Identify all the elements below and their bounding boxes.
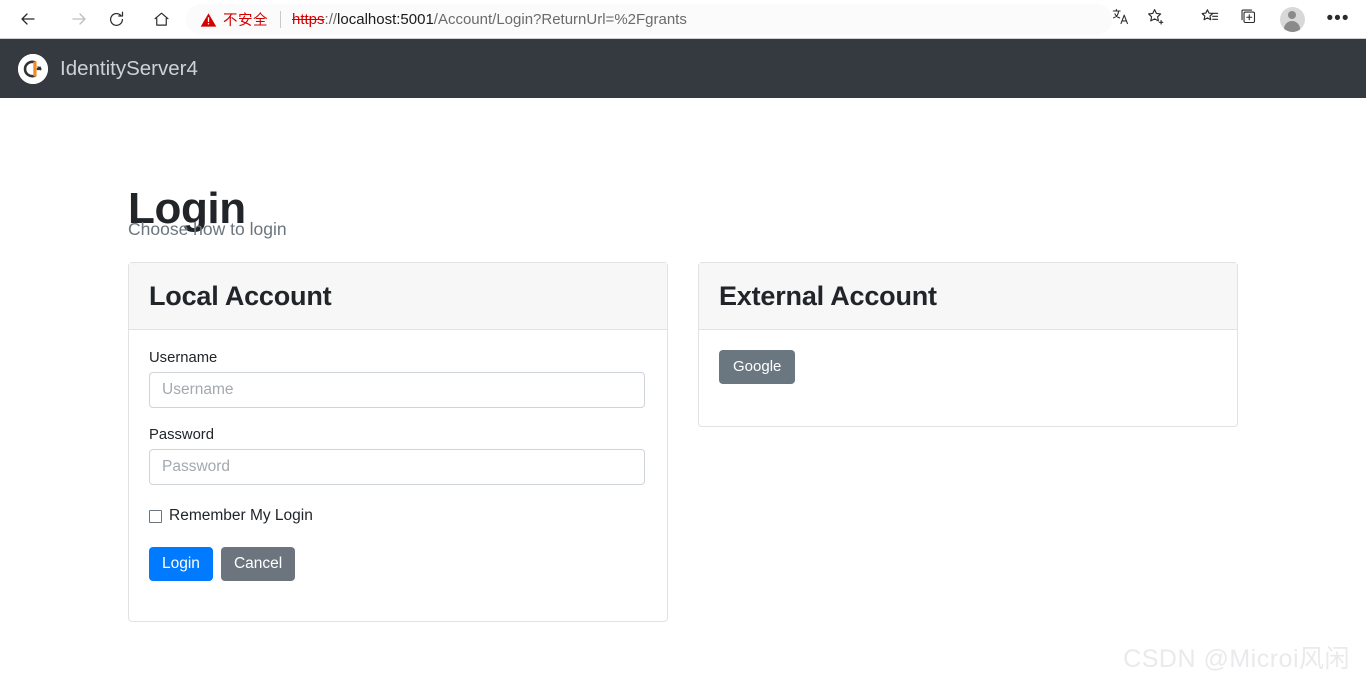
address-bar[interactable]: 不安全 https://localhost:5001/Account/Login… bbox=[186, 4, 1112, 35]
password-input[interactable] bbox=[149, 449, 645, 485]
profile-button[interactable] bbox=[1276, 3, 1308, 35]
login-button[interactable]: Login bbox=[149, 547, 213, 581]
home-icon bbox=[152, 10, 171, 29]
reload-button[interactable] bbox=[99, 3, 133, 35]
security-warning-label: 不安全 bbox=[223, 13, 268, 29]
translate-button[interactable] bbox=[1104, 3, 1136, 35]
password-label: Password bbox=[149, 427, 214, 443]
local-account-header: Local Account bbox=[129, 263, 667, 330]
add-favorite-button[interactable] bbox=[1140, 3, 1172, 35]
local-account-body: Username Password Remember My Login Logi… bbox=[129, 330, 667, 601]
reload-icon bbox=[107, 10, 126, 29]
warning-triangle-icon bbox=[200, 12, 217, 28]
forward-arrow-icon bbox=[69, 9, 89, 29]
url-separator: :// bbox=[324, 11, 338, 28]
username-input[interactable] bbox=[149, 372, 645, 408]
cancel-button[interactable]: Cancel bbox=[220, 547, 296, 581]
username-label: Username bbox=[149, 350, 218, 366]
external-account-card: External Account Google bbox=[698, 262, 1238, 427]
star-plus-icon bbox=[1146, 7, 1166, 32]
remember-login-label[interactable]: Remember My Login bbox=[169, 507, 313, 525]
url-text: https://localhost:5001/Account/Login?Ret… bbox=[292, 11, 687, 28]
external-account-title: External Account bbox=[719, 280, 937, 311]
url-scheme: https bbox=[292, 11, 325, 28]
brand-link[interactable]: IdentityServer4 bbox=[18, 53, 198, 84]
favorites-button[interactable] bbox=[1194, 3, 1226, 35]
remember-login-row: Remember My Login bbox=[149, 507, 647, 525]
external-account-body: Google bbox=[699, 330, 1237, 404]
more-options-icon: ••• bbox=[1326, 8, 1350, 29]
form-actions: Login Cancel bbox=[149, 547, 647, 581]
remember-login-checkbox[interactable] bbox=[149, 509, 162, 523]
forward-button[interactable] bbox=[62, 3, 96, 35]
security-status[interactable]: 不安全 bbox=[200, 9, 268, 30]
settings-more-button[interactable]: ••• bbox=[1322, 3, 1354, 35]
local-account-card: Local Account Username Password Remember… bbox=[128, 262, 668, 622]
back-button[interactable] bbox=[11, 3, 45, 35]
favorites-list-icon bbox=[1200, 7, 1220, 32]
password-group: Password bbox=[149, 427, 647, 485]
address-divider bbox=[280, 11, 281, 28]
watermark: CSDN @Microi风闲 bbox=[1123, 645, 1350, 673]
site-navbar: IdentityServer4 bbox=[0, 39, 1366, 98]
google-login-button[interactable]: Google bbox=[719, 350, 796, 384]
collections-button[interactable] bbox=[1232, 3, 1264, 35]
collections-icon bbox=[1239, 7, 1258, 31]
external-account-header: External Account bbox=[699, 263, 1237, 330]
translate-icon bbox=[1111, 7, 1130, 31]
username-group: Username bbox=[149, 350, 647, 408]
local-account-title: Local Account bbox=[149, 280, 332, 311]
url-host: localhost:5001 bbox=[337, 11, 434, 28]
back-arrow-icon bbox=[18, 9, 38, 29]
home-button[interactable] bbox=[144, 3, 178, 35]
identityserver-logo-icon bbox=[18, 53, 48, 84]
browser-toolbar: 不安全 https://localhost:5001/Account/Login… bbox=[0, 0, 1366, 39]
page-subtitle: Choose how to login bbox=[128, 219, 287, 239]
profile-avatar-icon bbox=[1279, 6, 1305, 32]
brand-title: IdentityServer4 bbox=[60, 56, 198, 80]
url-path: /Account/Login?ReturnUrl=%2Fgrants bbox=[433, 11, 687, 28]
